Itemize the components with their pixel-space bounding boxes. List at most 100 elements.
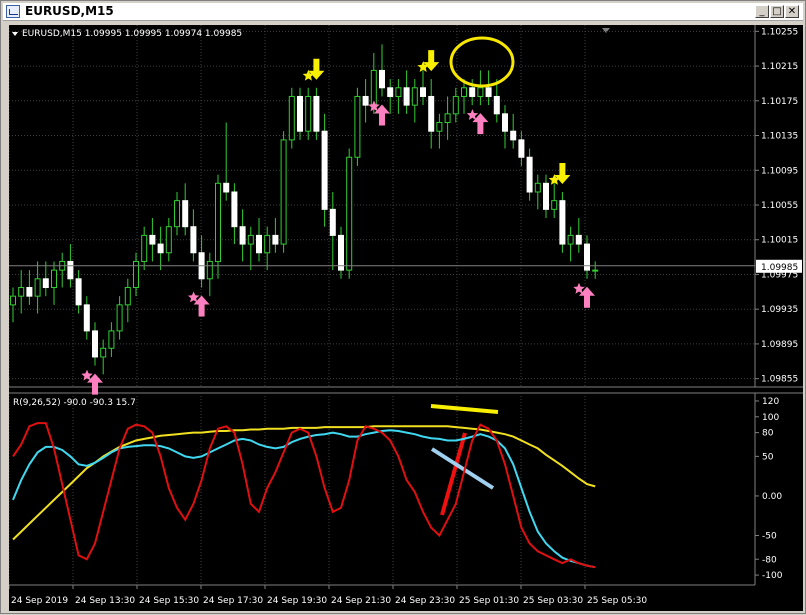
indicator-axis-label-4: 0.00 — [762, 492, 782, 502]
candle-body-41 — [346, 156, 353, 271]
candle-body-50 — [420, 87, 426, 97]
price-axis-label-8: 1.09935 — [761, 305, 798, 315]
candle-body-46 — [387, 87, 394, 97]
candle-body-10 — [92, 330, 98, 358]
candle-body-61 — [510, 130, 517, 141]
indicator-axis-label-0: 120 — [762, 397, 779, 407]
candle-body-1 — [18, 286, 25, 297]
candle-body-39 — [329, 208, 336, 236]
candle-body-62 — [518, 139, 525, 158]
candle-body-36 — [305, 95, 312, 132]
candle-body-49 — [411, 87, 418, 106]
title-bar[interactable]: EURUSD,M15 _ □ ✕ — [3, 3, 803, 21]
candle-body-71 — [592, 269, 599, 272]
candle-body-17 — [149, 234, 156, 245]
indicator-axis-label-3: 50 — [762, 452, 774, 462]
candle-body-4 — [42, 278, 49, 288]
candle-33 — [280, 131, 287, 253]
candle-body-34 — [288, 95, 295, 141]
candle-body-2 — [26, 286, 33, 297]
price-axis-label-9: 1.09895 — [761, 340, 798, 350]
candle-42 — [354, 87, 361, 166]
candle-body-65 — [543, 182, 549, 210]
time-axis-label-7: 25 Sep 01:30 — [459, 596, 519, 606]
time-axis-label-4: 24 Sep 19:30 — [267, 596, 327, 606]
candle-body-29 — [247, 234, 254, 245]
candle-body-42 — [354, 95, 361, 158]
candle-body-48 — [403, 87, 410, 106]
candle-body-27 — [231, 191, 238, 228]
candle-body-64 — [534, 182, 541, 193]
candle-body-11 — [100, 347, 107, 358]
chart-area[interactable]: 1.10255 1.10215 1.10175 1.10135 1.10095 1.100… — [8, 25, 803, 611]
indicator-axis-label-1: 100 — [762, 413, 779, 423]
candle-body-8 — [75, 278, 82, 306]
price-axis-label-10: 1.09855 — [761, 375, 798, 385]
candle-body-14 — [124, 286, 131, 306]
candle-body-45 — [379, 69, 385, 89]
candle-body-53 — [444, 113, 451, 124]
candle-body-38 — [321, 130, 328, 210]
candle-body-5 — [51, 269, 57, 288]
candle-body-54 — [452, 95, 459, 115]
maximize-button[interactable]: □ — [770, 5, 784, 18]
candle-body-7 — [67, 260, 74, 280]
candle-body-12 — [108, 330, 115, 349]
time-axis-label-3: 24 Sep 17:30 — [203, 596, 263, 606]
time-axis-label-9: 25 Sep 05:30 — [587, 596, 647, 606]
price-axis-label-2: 1.10175 — [761, 97, 798, 107]
time-axis-label-2: 24 Sep 15:30 — [139, 596, 199, 606]
candle-body-24 — [206, 260, 213, 280]
price-axis-label-5: 1.10055 — [761, 201, 798, 211]
chart-svg[interactable]: 1.10255 1.10215 1.10175 1.10135 1.10095 1.100… — [8, 25, 803, 611]
price-axis-label-3: 1.10135 — [761, 132, 798, 142]
candle-body-18 — [157, 243, 164, 254]
candle-body-35 — [297, 95, 303, 132]
candle-body-51 — [428, 95, 435, 132]
candle-body-30 — [256, 234, 262, 254]
candle-body-57 — [477, 87, 484, 97]
candle-41 — [346, 148, 353, 279]
candle-38 — [321, 113, 328, 227]
indicator-axis-label-2: 80 — [762, 429, 774, 439]
candle-body-20 — [174, 200, 180, 228]
candle-body-47 — [395, 87, 402, 97]
candle-body-58 — [485, 87, 492, 97]
candle-body-60 — [502, 113, 508, 132]
candle-body-52 — [436, 122, 443, 132]
candle-34 — [288, 87, 295, 149]
candle-body-43 — [362, 95, 369, 106]
price-axis-label-4: 1.10095 — [761, 166, 798, 176]
candle-body-66 — [551, 200, 558, 210]
time-axis-label-5: 24 Sep 21:30 — [331, 596, 391, 606]
indicator-axis-label-5: -50 — [762, 532, 777, 542]
candle-body-68 — [567, 234, 574, 245]
indicator-label: R(9,26,52) -90.0 -90.3 15.7 — [13, 398, 136, 408]
candle-body-3 — [34, 278, 41, 297]
chart-window: EURUSD,M15 _ □ ✕ 1.10255 1.10215 1.10175 1.… — [0, 0, 806, 614]
candle-body-31 — [264, 234, 271, 254]
candle-body-67 — [559, 200, 566, 245]
candle-body-32 — [272, 234, 279, 245]
indicator-axis-label-6: -80 — [762, 555, 777, 565]
symbol-info: EURUSD,M15 1.09995 1.09995 1.09974 1.099… — [22, 29, 242, 39]
indicator-axis-label-7: -100 — [762, 571, 783, 581]
time-axis-label-0: 24 Sep 2019 — [11, 596, 68, 606]
candle-body-13 — [116, 304, 123, 332]
price-axis-label-1: 1.10215 — [761, 62, 798, 72]
window-title: EURUSD,M15 — [25, 4, 114, 18]
candle-67 — [559, 191, 566, 253]
candle-body-0 — [10, 295, 16, 306]
candle-body-21 — [182, 200, 189, 228]
candle-body-40 — [338, 234, 344, 271]
candle-body-69 — [575, 234, 582, 245]
candle-body-33 — [280, 139, 287, 245]
candle-body-19 — [165, 226, 172, 254]
close-button[interactable]: ✕ — [785, 5, 799, 18]
time-axis-label-8: 25 Sep 03:30 — [523, 596, 583, 606]
minimize-button[interactable]: _ — [755, 5, 769, 18]
candle-body-9 — [83, 304, 90, 332]
candle-body-59 — [493, 95, 500, 115]
price-axis-label-0: 1.10255 — [761, 27, 798, 37]
candle-body-63 — [526, 156, 533, 193]
